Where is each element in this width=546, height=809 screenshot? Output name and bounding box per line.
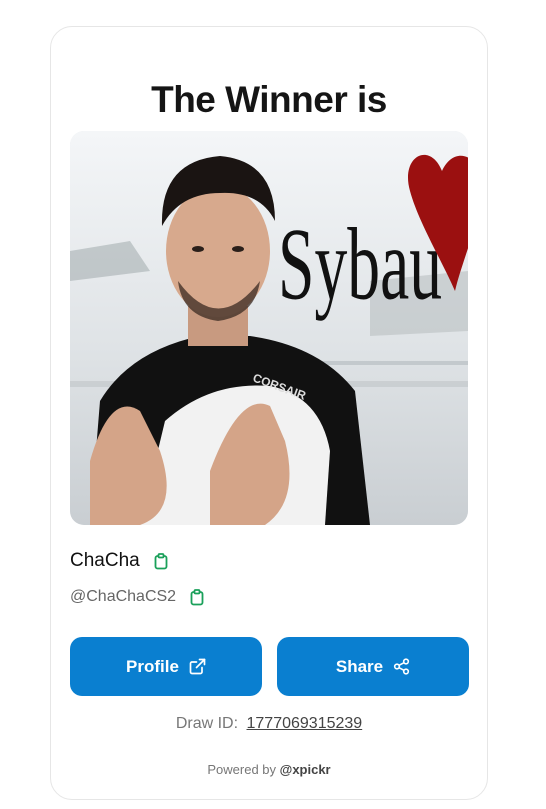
powered-by: Powered by @xpickr xyxy=(51,762,487,777)
copy-name-clipboard-icon[interactable] xyxy=(154,552,168,570)
winner-handle-row: @ChaChaCS2 xyxy=(70,588,204,606)
powered-by-brand[interactable]: @xpickr xyxy=(280,762,331,777)
share-button-label: Share xyxy=(335,656,384,676)
copy-handle-clipboard-icon[interactable] xyxy=(190,588,204,606)
draw-id-label: Draw ID: xyxy=(175,715,239,732)
winner-name: ChaCha xyxy=(70,550,140,571)
winner-name-row: ChaCha xyxy=(70,550,168,572)
draw-id-link[interactable]: 1777069315239 xyxy=(247,715,363,732)
profile-button[interactable]: Profile xyxy=(70,637,262,696)
winner-handle: @ChaChaCS2 xyxy=(70,588,177,605)
winner-avatar-image: Sybau CORSAIR xyxy=(70,131,468,525)
powered-by-prefix: Powered by xyxy=(207,762,277,777)
profile-button-label: Profile xyxy=(126,656,179,676)
share-button[interactable]: Share xyxy=(277,637,469,696)
page-title: The Winner is xyxy=(151,79,387,120)
photo-overlay-text: Sybau xyxy=(278,207,442,321)
winner-card: The Winner is Sybau CORSAIR ChaCha @ChaC… xyxy=(50,26,488,800)
external-link-icon xyxy=(189,658,206,675)
share-icon xyxy=(393,658,410,675)
draw-id: Draw ID: 1777069315239 xyxy=(51,715,487,733)
